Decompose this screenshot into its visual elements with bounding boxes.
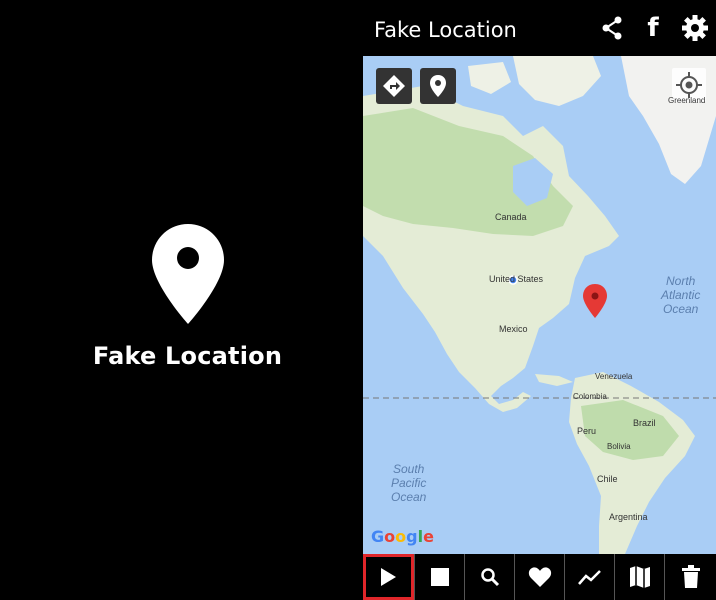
- label-colombia: Colombia: [573, 392, 607, 401]
- heart-icon: [528, 567, 551, 587]
- trash-icon: [681, 565, 700, 588]
- label-south-pacific: South Pacific Ocean: [391, 462, 427, 504]
- label-argentina: Argentina: [609, 512, 648, 522]
- marker-icon: [430, 75, 446, 97]
- label-greenland: Greenland: [668, 96, 706, 105]
- label-mexico: Mexico: [499, 324, 528, 334]
- route-button[interactable]: [564, 554, 614, 600]
- marker-button[interactable]: [420, 68, 456, 104]
- stop-button[interactable]: [414, 554, 464, 600]
- share-icon[interactable]: [598, 14, 626, 42]
- directions-icon: [383, 75, 405, 97]
- delete-button[interactable]: [664, 554, 716, 600]
- label-chile: Chile: [597, 474, 618, 484]
- label-brazil: Brazil: [633, 418, 656, 428]
- play-button[interactable]: [363, 554, 414, 600]
- label-bolivia: Bolivia: [607, 442, 631, 451]
- label-venezuela: Venezuela: [595, 372, 633, 381]
- highlight-box: [363, 554, 414, 600]
- search-icon: [480, 568, 499, 587]
- bottom-toolbar: [363, 554, 716, 600]
- settings-icon[interactable]: [681, 14, 709, 42]
- map-icon: [629, 566, 650, 588]
- facebook-icon[interactable]: f: [639, 14, 667, 42]
- favorite-button[interactable]: [514, 554, 564, 600]
- label-north-atlantic: North Atlantic Ocean: [661, 274, 701, 316]
- app-title: Fake Location: [374, 18, 517, 42]
- stop-icon: [430, 568, 449, 586]
- search-button[interactable]: [464, 554, 514, 600]
- location-pin-icon: [152, 224, 224, 324]
- google-attribution: Google: [371, 527, 434, 546]
- splash-panel: Fake Location: [0, 0, 363, 600]
- app-bar: Fake Location f: [363, 0, 716, 56]
- directions-button[interactable]: [376, 68, 412, 104]
- label-canada: Canada: [495, 212, 527, 222]
- map-type-button[interactable]: [614, 554, 664, 600]
- label-united-states: United States: [489, 274, 544, 284]
- splash-title: Fake Location: [92, 342, 283, 370]
- app-screen: Fake Location f Greenland Canada United …: [363, 0, 716, 600]
- route-icon: [577, 570, 601, 585]
- map-view[interactable]: Greenland Canada United States Mexico Ve…: [363, 56, 716, 554]
- label-peru: Peru: [577, 426, 597, 436]
